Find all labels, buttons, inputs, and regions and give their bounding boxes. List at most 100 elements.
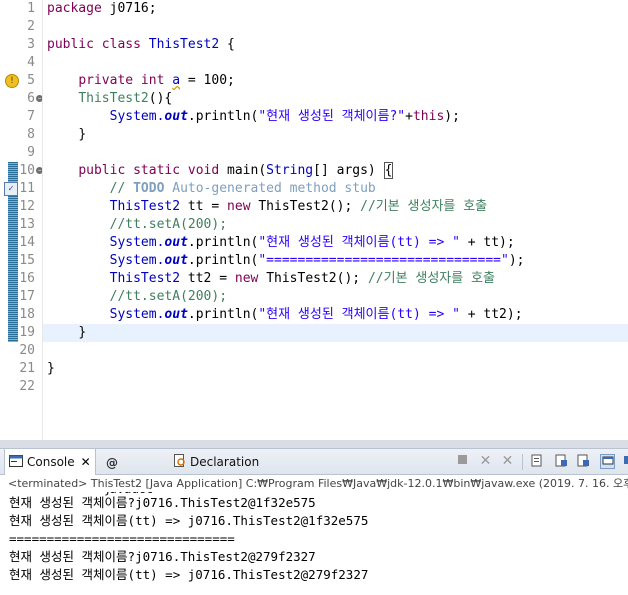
code-line[interactable]: System.out.println("====================…	[47, 252, 628, 270]
code-text: );	[508, 253, 525, 268]
line-number: 12	[19, 199, 35, 214]
code-text: {	[219, 37, 235, 52]
line-number: 8	[27, 127, 35, 142]
tab-label: Console	[27, 455, 75, 469]
field-name: a	[172, 73, 181, 88]
tab-console[interactable]: Console ✕	[4, 449, 96, 475]
output-line: ==============================	[9, 531, 235, 546]
line-number: 2	[27, 19, 35, 34]
code-text: );	[444, 109, 460, 124]
keyword: public static void	[78, 163, 228, 178]
code-line[interactable]: ThisTest2(){	[47, 90, 628, 108]
code-editor[interactable]: ! ✓ 1 2 3 4 5 6 7 8 9 10 11 12 13 14 15 …	[0, 0, 628, 440]
line-number: 6	[27, 91, 35, 106]
pin-console-icon[interactable]	[600, 454, 615, 469]
code-text: tt2 =	[180, 271, 235, 286]
code-line[interactable]: private int a = 100;	[47, 72, 628, 90]
line-number: 4	[27, 55, 35, 70]
current-code-line[interactable]: }	[43, 324, 628, 342]
code-line[interactable]: System.out.println("현재 생성된 객체이름(tt) => "…	[47, 306, 628, 324]
keyword: package	[47, 1, 102, 16]
class-name: ThisTest2	[148, 37, 220, 52]
string-literal: "현재 생성된 객체이름?"	[258, 109, 406, 124]
class-ref: System.	[109, 307, 165, 322]
static-field: out	[164, 307, 188, 322]
code-text: + tt);	[459, 235, 515, 250]
code-line[interactable]: //tt.setA(200);	[47, 288, 628, 306]
code-line[interactable]: ThisTest2 tt2 = new ThisTest2(); //기본 생성…	[47, 270, 628, 288]
code-text: ();	[336, 271, 368, 286]
line-number: 16	[19, 271, 35, 286]
keyword: private int	[78, 73, 173, 88]
todo-tag: TODO	[133, 181, 165, 196]
line-number: 15	[19, 253, 35, 268]
console-output[interactable]: 현재 생성된 객체이름?j0716.ThisTest2@1f32e575 현재 …	[0, 494, 628, 584]
code-line[interactable]: }	[47, 360, 628, 378]
comment: Auto-generated method stub	[164, 181, 376, 196]
comment: //기본 생성자를 호출	[367, 271, 495, 286]
display-console-icon[interactable]	[620, 454, 628, 469]
keyword: new	[227, 199, 259, 214]
string-literal: "현재 생성된 객체이름(tt) => "	[258, 307, 460, 322]
terminate-icon[interactable]	[455, 454, 470, 469]
remove-all-terminated-icon[interactable]: ✕	[500, 454, 515, 469]
line-number: 22	[19, 379, 35, 394]
code-text: [] args)	[313, 163, 384, 178]
static-field: out	[164, 253, 188, 268]
task-marker-icon[interactable]: ✓	[4, 182, 18, 196]
code-line[interactable]: package j0716;	[47, 0, 628, 18]
code-text: }	[78, 325, 87, 340]
line-number: 3	[27, 37, 35, 52]
scroll-lock-icon[interactable]	[554, 454, 569, 469]
output-line: 현재 생성된 객체이름(tt) => j0716.ThisTest2@1f32e…	[9, 513, 369, 528]
comment: //tt.setA(200);	[109, 217, 228, 232]
class-ref: System.	[109, 235, 165, 250]
tab-declaration[interactable]: Declaration	[170, 449, 260, 475]
code-text: .println(	[187, 253, 259, 268]
panel-sash[interactable]	[0, 440, 628, 448]
code-text: + tt2);	[459, 307, 523, 322]
console-view: Console✕ @Javadoc Declaration ✕ ✕ <te	[0, 448, 628, 595]
code-text: j0716;	[101, 1, 157, 16]
class-ref: System.	[109, 253, 165, 268]
declaration-icon	[174, 450, 186, 476]
comment: //기본 생성자를 호출	[360, 199, 488, 214]
clear-console-icon[interactable]	[530, 454, 545, 469]
line-number: 21	[19, 361, 35, 376]
code-line[interactable]: System.out.println("현재 생성된 객체이름(tt) => "…	[47, 234, 628, 252]
keyword: new	[234, 271, 267, 286]
class-name: ThisTest2	[258, 199, 329, 214]
line-number: 5	[27, 73, 35, 88]
code-line[interactable]: public class ThisTest2 {	[47, 36, 628, 54]
bracket-match: {	[383, 162, 394, 179]
close-icon[interactable]: ✕	[81, 449, 91, 475]
type-name: String	[266, 163, 314, 178]
code-line[interactable]: System.out.println("현재 생성된 객체이름?"+this);	[47, 108, 628, 126]
warning-marker-icon[interactable]: !	[5, 74, 19, 88]
comment: //	[109, 181, 134, 196]
console-icon	[9, 450, 23, 476]
comment: //tt.setA(200);	[109, 289, 228, 304]
code-line[interactable]: //tt.setA(200);	[47, 216, 628, 234]
remove-launch-icon[interactable]: ✕	[478, 454, 493, 469]
word-wrap-icon[interactable]	[576, 454, 591, 469]
code-text: }	[47, 361, 55, 376]
string-literal: "=============================="	[258, 253, 509, 268]
line-number: 7	[27, 109, 35, 124]
code-line[interactable]: ThisTest2 tt = new ThisTest2(); //기본 생성자…	[47, 198, 628, 216]
code-text: (){	[148, 91, 173, 106]
static-field: out	[164, 109, 188, 124]
view-tab-bar: Console ✕ @Javadoc Declaration ✕ ✕	[0, 449, 628, 496]
tab-javadoc[interactable]: @Javadoc	[102, 449, 168, 496]
code-line[interactable]: // TODO Auto-generated method stub	[47, 180, 628, 198]
output-line: 현재 생성된 객체이름(tt) => j0716.ThisTest2@279f2…	[9, 567, 369, 582]
at-sign-icon: @	[106, 455, 118, 470]
code-text: .println(	[187, 307, 259, 322]
output-line: 현재 생성된 객체이름?j0716.ThisTest2@279f2327	[9, 549, 316, 564]
code-text: tt =	[180, 199, 228, 214]
code-line[interactable]: public static void main(String[] args) {	[47, 162, 628, 180]
line-number: 9	[27, 145, 35, 160]
code-text: }	[78, 127, 87, 142]
code-line[interactable]: }	[47, 126, 628, 144]
code-text: = 100;	[180, 73, 235, 88]
